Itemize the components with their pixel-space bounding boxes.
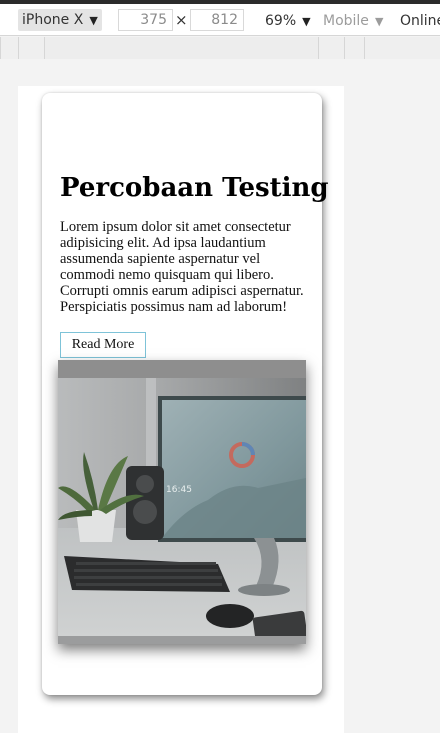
- device-select[interactable]: iPhone X ▼: [18, 9, 102, 31]
- device-viewport: Percobaan Testing Lorem ipsum dolor sit …: [18, 86, 344, 733]
- read-more-button[interactable]: Read More: [60, 332, 146, 358]
- device-type-select[interactable]: Mobile ▼: [323, 13, 383, 29]
- card-title: Percobaan Testing: [60, 173, 329, 203]
- caret-down-icon: ▼: [89, 13, 98, 27]
- ruler-segment[interactable]: [44, 37, 318, 59]
- ruler-segment[interactable]: [18, 37, 44, 59]
- network-throttle-select[interactable]: Online: [400, 13, 440, 29]
- desk-setup-photo: 16:45: [58, 360, 306, 644]
- screen-clock: 16:45: [166, 485, 192, 495]
- zoom-select[interactable]: 69% ▼: [265, 13, 311, 29]
- device-toolbar: iPhone X ▼ 375 × 812 69% ▼ Mobile ▼ Onli…: [0, 4, 440, 36]
- times-icon: ×: [175, 11, 188, 29]
- ruler-segment[interactable]: [318, 37, 344, 59]
- ruler-segment[interactable]: [344, 37, 364, 59]
- zoom-label: 69%: [265, 13, 297, 29]
- width-input[interactable]: 375: [118, 9, 173, 31]
- device-type-label: Mobile: [323, 13, 369, 29]
- media-query-ruler[interactable]: [0, 37, 440, 59]
- card-image: 16:45: [58, 360, 306, 644]
- caret-down-icon: ▼: [374, 14, 384, 28]
- height-input[interactable]: 812: [190, 9, 244, 31]
- ruler-segment[interactable]: [364, 37, 440, 59]
- ruler-segment[interactable]: [0, 37, 18, 59]
- caret-down-icon: ▼: [302, 14, 311, 28]
- card-body-text: Lorem ipsum dolor sit amet consectetur a…: [60, 219, 304, 315]
- content-card: Percobaan Testing Lorem ipsum dolor sit …: [42, 93, 329, 695]
- device-label: iPhone X: [22, 12, 84, 28]
